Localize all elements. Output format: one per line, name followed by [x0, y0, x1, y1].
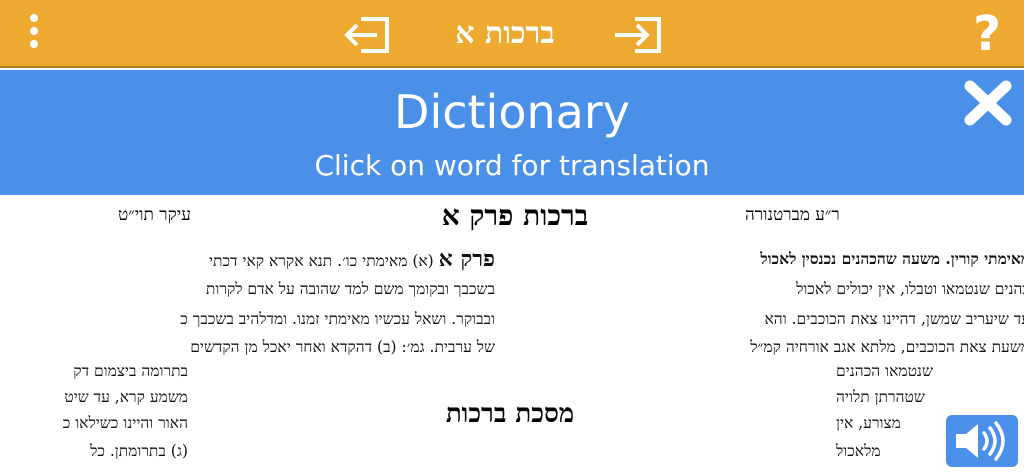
close-icon — [964, 80, 1012, 126]
play-audio-button[interactable] — [946, 415, 1018, 467]
commentary-line[interactable]: מלאכול — [836, 439, 881, 463]
commentary-line[interactable]: משמע קרא, עד שיט — [64, 385, 188, 409]
commentary-header-tosafot: עיקר תוי״ט — [118, 205, 191, 225]
commentary-line[interactable]: כהנים שנטמאו וטבלו, אין יכולים לאכול — [796, 277, 1024, 301]
commentary-line[interactable]: (ג) בתרומתן. כל — [90, 439, 188, 463]
page-title: ברכות א — [455, 16, 555, 51]
next-page-button[interactable] — [613, 15, 663, 55]
more-vertical-icon[interactable] — [22, 14, 46, 54]
commentary-line[interactable]: בשכבך ובקומך משם למד שהובה על אדם לקרות — [206, 277, 495, 301]
commentary-line[interactable]: עד שיעריב שמשן, דהיינו צאת הכוכבים. והא — [765, 307, 1024, 331]
dictionary-banner: Dictionary Click on word for translation — [0, 70, 1024, 195]
dictionary-subtitle: Click on word for translation — [314, 149, 710, 182]
commentary-line[interactable]: ובבוקר. ושאל עכשיו מאימתי זמנו. ומדלהיב … — [180, 307, 495, 331]
previous-page-button[interactable] — [343, 15, 393, 55]
tractate-title: מסכת ברכות — [445, 399, 575, 429]
close-dictionary-button[interactable] — [960, 78, 1016, 128]
help-button[interactable]: ? — [962, 6, 1012, 62]
chapter-header: ברכות פרק א — [441, 199, 589, 232]
commentary-line[interactable]: האור והיינו כשילאו כ — [63, 411, 188, 435]
speaker-volume-icon — [956, 421, 1005, 461]
commentary-line[interactable]: משעת צאת הכוכבים, מלתא אגב אורחיה קמ״ל — [750, 335, 1024, 359]
enter-right-icon — [615, 17, 661, 53]
dictionary-title: Dictionary — [394, 85, 630, 139]
commentary-line[interactable]: מצורע, אין — [836, 411, 901, 435]
exit-left-icon — [344, 17, 389, 53]
commentary-line[interactable]: שנטמאו הכהנים — [836, 359, 933, 383]
commentary-line[interactable]: (א) מאימתי כו׳. תנא אקרא קאי דכתי — [209, 252, 434, 270]
chapter-label[interactable]: פרק א — [439, 246, 495, 272]
commentary-header-bartenura: ר״ע מברטנורה — [745, 205, 840, 225]
text-page: עיקר תוי״ט ברכות פרק א ר״ע מברטנורה פרק … — [0, 195, 1024, 473]
commentary-lead-line[interactable]: מאימתי קורין. משעה שהכהנים נכנסין לאכול — [760, 247, 1024, 271]
commentary-line[interactable]: בתרומה ביצמום דק — [73, 359, 188, 383]
left-column-line[interactable]: פרק א (א) מאימתי כו׳. תנא אקרא קאי דכתי — [209, 247, 495, 273]
commentary-line[interactable]: שטהרתן תלויה — [836, 385, 925, 409]
commentary-line[interactable]: של ערבית. גמ׳: (ב) דהקדא ואחר יאכל מן הק… — [190, 335, 495, 359]
top-app-bar: ברכות א ? — [0, 0, 1024, 68]
